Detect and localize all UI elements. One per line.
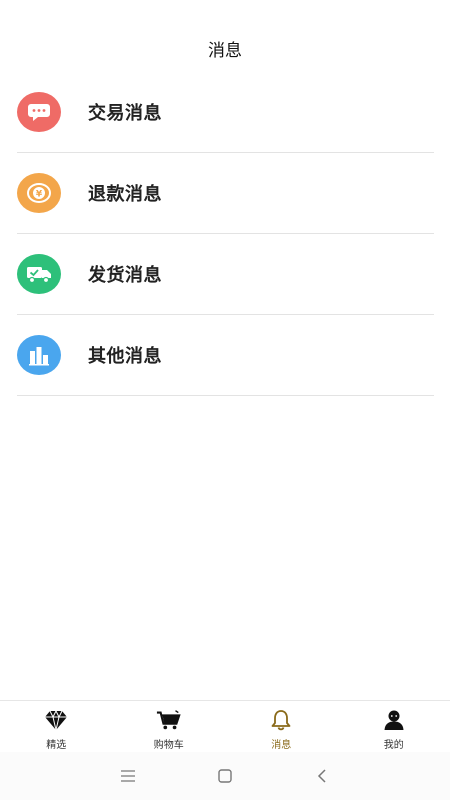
message-category-list: 交易消息 ¥ 退款消息 发货消息 其他消息 — [17, 72, 434, 396]
tab-featured[interactable]: 精选 — [0, 701, 113, 753]
svg-text:¥: ¥ — [36, 190, 43, 200]
message-row-trade[interactable]: 交易消息 — [17, 72, 434, 153]
diamond-icon — [43, 708, 69, 732]
bar-chart-icon — [17, 335, 61, 375]
message-row-other[interactable]: 其他消息 — [17, 315, 434, 396]
tab-label: 购物车 — [153, 740, 184, 751]
tab-label: 精选 — [46, 740, 67, 751]
delivery-truck-icon — [17, 254, 61, 294]
system-navigation-bar — [0, 752, 450, 800]
tab-label: 我的 — [383, 740, 404, 751]
bell-icon — [268, 708, 294, 732]
tab-profile[interactable]: 我的 — [338, 701, 450, 753]
page-title: 消息 — [208, 41, 242, 61]
message-row-label: 其他消息 — [88, 346, 162, 367]
bottom-tab-bar: 精选 购物车 消息 我的 — [0, 700, 450, 753]
message-row-shipping[interactable]: 发货消息 — [17, 234, 434, 315]
message-row-label: 交易消息 — [88, 103, 162, 124]
message-row-label: 退款消息 — [88, 184, 162, 205]
home-icon[interactable] — [210, 761, 240, 791]
message-row-label: 发货消息 — [88, 265, 162, 286]
yen-coin-icon: ¥ — [17, 173, 61, 213]
tab-messages[interactable]: 消息 — [225, 701, 338, 753]
tab-cart[interactable]: 购物车 — [113, 701, 226, 753]
message-row-refund[interactable]: ¥ 退款消息 — [17, 153, 434, 234]
cart-icon — [156, 708, 182, 732]
back-icon[interactable] — [307, 761, 337, 791]
user-icon — [381, 708, 407, 732]
tab-label: 消息 — [271, 740, 292, 751]
menu-icon[interactable] — [113, 761, 143, 791]
chat-bubble-icon — [17, 92, 61, 132]
